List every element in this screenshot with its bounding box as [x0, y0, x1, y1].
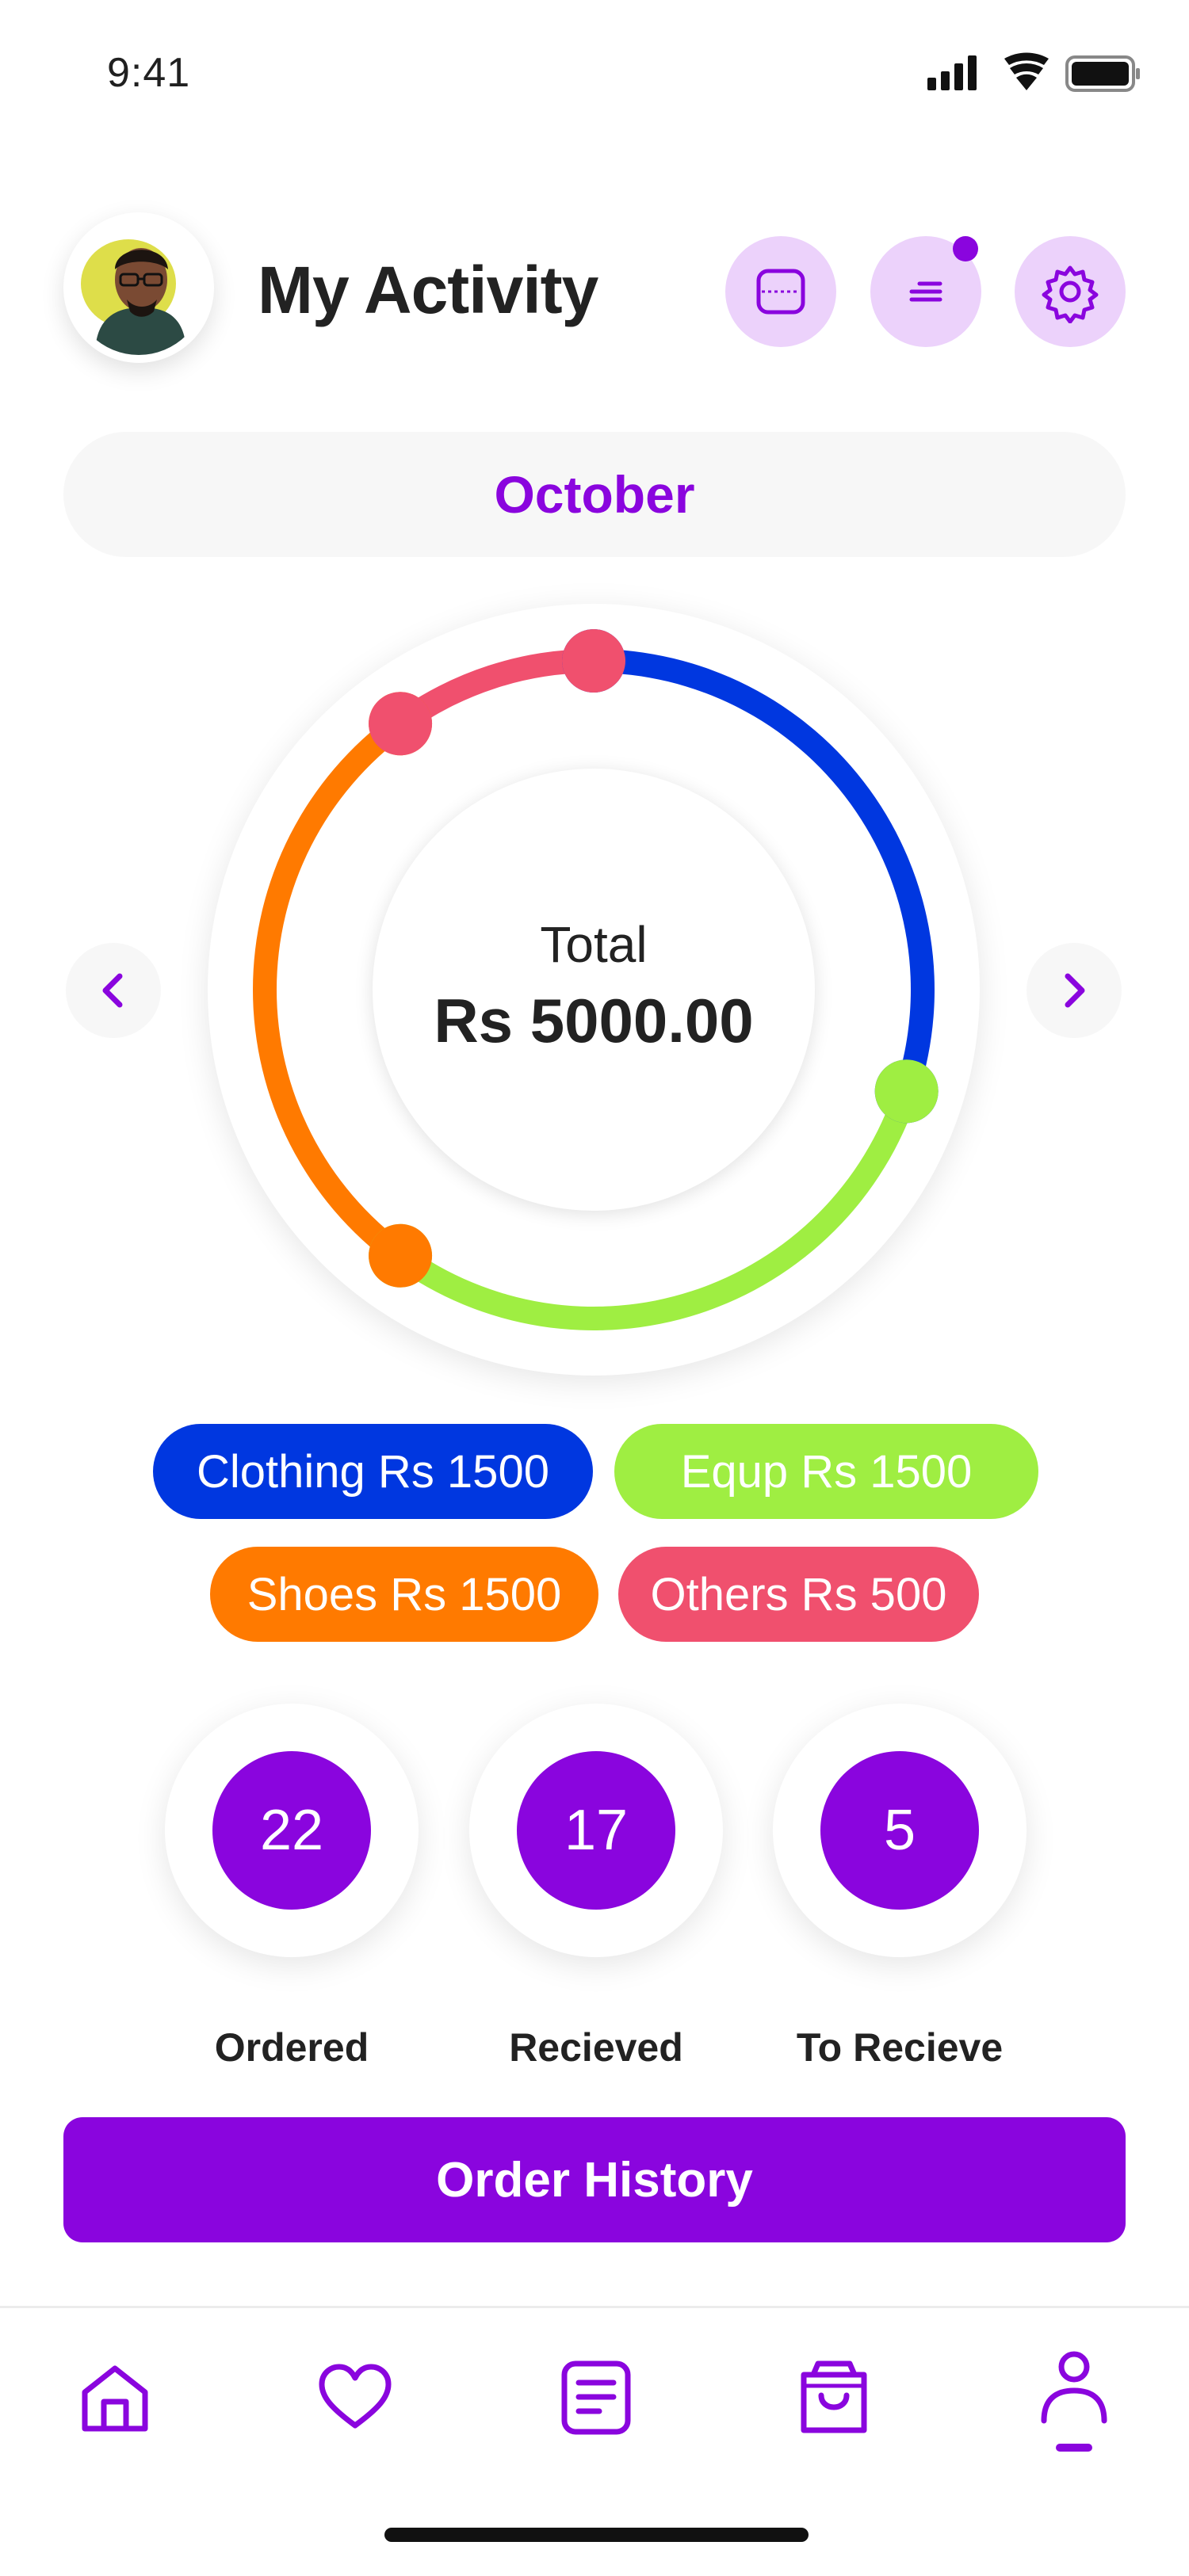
gear-icon [1042, 265, 1099, 323]
tab-home[interactable] [71, 2353, 159, 2441]
menu-lines-icon [909, 281, 942, 302]
stat-received-label: Recieved [509, 2025, 683, 2070]
stat-to-receive-label: To Recieve [796, 2025, 1004, 2070]
legend-chip-equp[interactable]: Equp Rs 1500 [614, 1424, 1038, 1519]
scan-icon [756, 269, 805, 315]
stat-to-receive-value: 5 [820, 1751, 979, 1910]
stat-ordered[interactable]: 22 [165, 1704, 419, 1957]
profile-photo [71, 220, 206, 355]
home-indicator [384, 2528, 809, 2542]
notification-dot [953, 236, 978, 261]
shopping-bag-icon [801, 2360, 867, 2433]
cellular-signal-icon [927, 55, 977, 90]
tab-wishlist[interactable] [312, 2353, 399, 2441]
stat-to-receive[interactable]: 5 [773, 1704, 1027, 1957]
total-value: Rs 5000.00 [434, 985, 754, 1055]
user-icon [1041, 2351, 1107, 2452]
next-month-button[interactable] [1027, 943, 1122, 1038]
stat-received-value: 17 [517, 1751, 675, 1910]
avatar[interactable] [63, 212, 214, 363]
settings-button[interactable] [1015, 236, 1126, 347]
prev-month-button[interactable] [66, 943, 161, 1038]
order-history-button[interactable]: Order History [63, 2117, 1126, 2242]
home-icon [82, 2365, 148, 2432]
legend-chip-shoes[interactable]: Shoes Rs 1500 [210, 1547, 598, 1642]
battery-icon [1065, 55, 1140, 92]
stat-received[interactable]: 17 [469, 1704, 723, 1957]
chart-center: Total Rs 5000.00 [373, 769, 815, 1211]
status-icons [927, 52, 1140, 92]
status-time: 9:41 [107, 50, 191, 96]
month-selector[interactable]: October [63, 432, 1126, 557]
stat-ordered-value: 22 [212, 1751, 371, 1910]
chevron-left-icon [102, 973, 123, 1008]
tab-profile[interactable] [1030, 2349, 1118, 2460]
tab-orders[interactable] [552, 2353, 640, 2441]
heart-icon [319, 2364, 392, 2429]
legend-chip-clothing[interactable]: Clothing Rs 1500 [153, 1424, 593, 1519]
page-title: My Activity [258, 253, 598, 327]
list-document-icon [561, 2360, 631, 2435]
scan-button[interactable] [725, 236, 836, 347]
wifi-icon [1004, 52, 1049, 90]
tab-cart[interactable] [790, 2353, 877, 2441]
chevron-right-icon [1065, 973, 1085, 1008]
stat-ordered-label: Ordered [214, 2025, 369, 2070]
legend-chip-others[interactable]: Others Rs 500 [618, 1547, 979, 1642]
total-label: Total [540, 915, 648, 973]
